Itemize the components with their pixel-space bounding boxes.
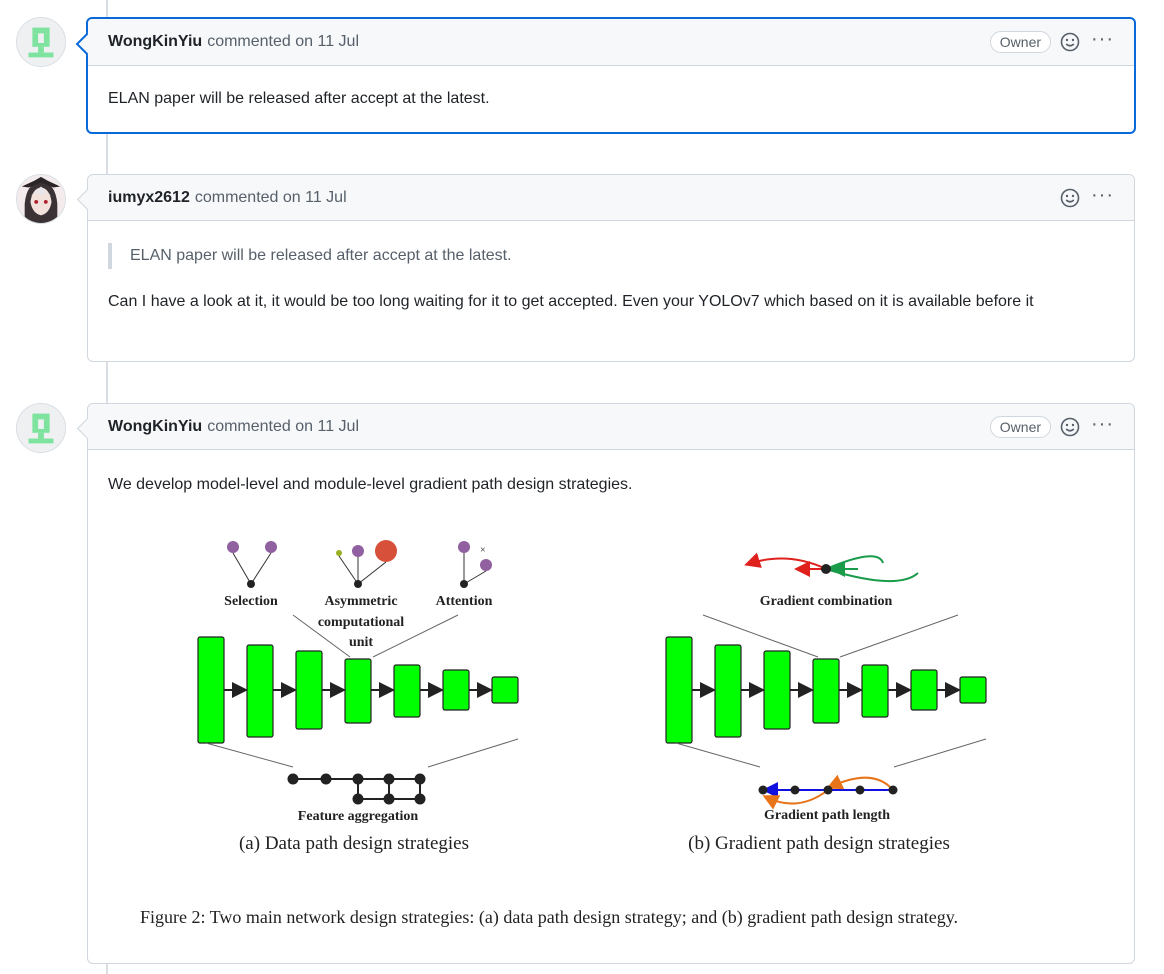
smiley-icon[interactable] [1059,187,1081,209]
comment: WongKinYiu commented on 11 Jul Owner ···… [86,17,1136,134]
caption-b: (b) Gradient path design strategies [688,833,950,854]
comment-text: Can I have a look at it, it would be too… [108,293,1034,310]
asymmetric-glyph [336,540,397,588]
gradient-combination-glyph [744,552,919,582]
feature-aggregation-glyph [287,773,426,805]
selection-glyph [227,541,277,588]
label-gradient-combination: Gradient combination [760,594,893,609]
smiley-icon[interactable] [1059,31,1081,53]
comment-header: iumyx2612 commented on 11 Jul ··· [88,175,1134,221]
caption-a: (a) Data path design strategies [239,833,469,854]
author-link[interactable]: iumyx2612 [108,189,190,207]
avatar[interactable] [16,17,66,67]
label-asymmetric-2: computational [318,615,404,630]
kebab-icon[interactable]: ··· [1091,29,1114,49]
label-attention: Attention [436,594,493,609]
comment-body: ELAN paper will be released after accept… [108,90,490,107]
paper-figure: × Selection Asymmetric computational uni… [140,540,987,928]
label-feature-aggregation: Feature aggregation [298,809,419,824]
label-selection: Selection [224,594,278,609]
author-link[interactable]: WongKinYiu [108,33,202,51]
comment-header: WongKinYiu commented on 11 Jul Owner ··· [88,19,1134,66]
comment-header: WongKinYiu commented on 11 Jul Owner ··· [88,404,1134,450]
comment: WongKinYiu commented on 11 Jul Owner ···… [87,403,1135,964]
owner-badge: Owner [989,415,1052,438]
author-link[interactable]: WongKinYiu [108,418,202,436]
label-asymmetric-3: unit [349,635,373,650]
comment: iumyx2612 commented on 11 Jul ··· ELAN p… [87,174,1135,362]
svg-text:×: × [480,545,486,556]
comment-timestamp[interactable]: commented on 11 Jul [207,33,359,51]
label-asymmetric-1: Asymmetric [324,594,397,609]
kebab-icon[interactable]: ··· [1091,185,1114,205]
avatar[interactable] [16,174,66,224]
comment-timestamp[interactable]: commented on 11 Jul [195,189,347,207]
comment-timestamp[interactable]: commented on 11 Jul [207,418,359,436]
quoted-reply: ELAN paper will be released after accept… [108,243,1114,269]
comment-text: We develop model-level and module-level … [108,476,633,493]
avatar[interactable] [16,403,66,453]
comment-body: We develop model-level and module-level … [88,450,1134,498]
gradient-path-length-glyph [758,774,898,810]
smiley-icon[interactable] [1059,416,1081,438]
owner-badge: Owner [989,31,1052,53]
comment-body: ELAN paper will be released after accept… [88,221,1134,315]
kebab-icon[interactable]: ··· [1091,414,1114,434]
attention-glyph: × [458,541,492,588]
figure-caption: Figure 2: Two main network design strate… [140,907,958,928]
label-gradient-path-length: Gradient path length [764,808,890,823]
